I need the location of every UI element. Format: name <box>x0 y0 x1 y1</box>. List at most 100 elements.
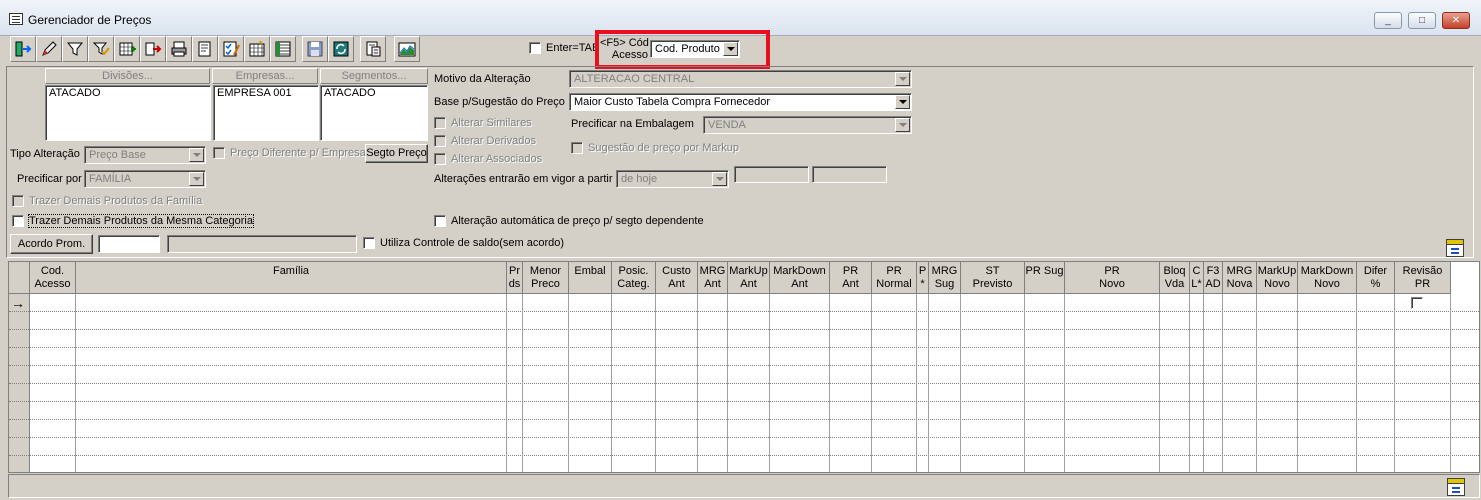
grid-column-line <box>769 294 770 472</box>
list-item[interactable]: EMPRESA 001 <box>217 87 315 99</box>
list-item[interactable]: ATACADO <box>324 87 424 99</box>
list-item[interactable]: ATACADO <box>49 87 207 99</box>
alterar-derivados-checkbox[interactable] <box>434 135 446 147</box>
table-row[interactable] <box>9 420 1479 438</box>
alterar-associados-label: Alterar Associados <box>451 153 543 165</box>
print-icon[interactable] <box>166 36 192 62</box>
close-button[interactable]: ✕ <box>1442 12 1470 29</box>
divisoes-header[interactable]: Divisões... <box>45 68 210 84</box>
column-header[interactable]: MRG Ant <box>698 262 728 294</box>
column-header[interactable]: MRG Sug <box>929 262 961 294</box>
edit-icon[interactable] <box>36 36 62 62</box>
table-row[interactable] <box>9 438 1479 456</box>
table-icon[interactable] <box>270 36 296 62</box>
base-sugestao-select[interactable]: Maior Custo Tabela Compra Fornecedor <box>569 93 912 111</box>
alterar-similares-checkbox[interactable] <box>434 117 446 129</box>
precificar-por-label: Precificar por <box>17 173 82 185</box>
column-header[interactable]: PR Novo <box>1065 262 1160 294</box>
column-header[interactable]: Embal <box>569 262 612 294</box>
export-icon[interactable] <box>1446 239 1464 257</box>
table-row[interactable] <box>9 312 1479 330</box>
chevron-down-icon[interactable] <box>189 172 204 186</box>
alteracoes-vigor-value: de hoje <box>621 173 658 185</box>
column-header[interactable]: ST Previsto <box>961 262 1025 294</box>
precificar-por-select[interactable]: FAMÍLIA <box>84 170 206 188</box>
alteracoes-vigor-select[interactable]: de hoje <box>616 170 729 188</box>
tipo-alteracao-select[interactable]: Preço Base <box>84 146 206 164</box>
table-row[interactable] <box>9 456 1479 472</box>
column-header[interactable]: Cod. Acesso <box>30 262 76 294</box>
sugestao-markup-checkbox[interactable] <box>571 142 583 154</box>
add-grid-icon[interactable] <box>114 36 140 62</box>
column-header[interactable]: Família <box>76 262 507 294</box>
calendar-grid-icon[interactable] <box>244 36 270 62</box>
column-header[interactable]: Pr ds <box>507 262 523 294</box>
column-header[interactable]: MarkUp Novo <box>1257 262 1298 294</box>
document-icon[interactable] <box>360 36 386 62</box>
column-header[interactable]: PR Ant <box>830 262 872 294</box>
minimize-button[interactable]: _ <box>1374 12 1402 29</box>
column-header[interactable]: Bloq Vda <box>1160 262 1190 294</box>
column-header[interactable]: MarkUp Ant <box>728 262 770 294</box>
table-row[interactable] <box>9 348 1479 366</box>
utiliza-saldo-checkbox[interactable] <box>363 237 375 249</box>
chart-icon[interactable] <box>394 36 420 62</box>
column-header[interactable]: Posic. Categ. <box>612 262 656 294</box>
divisoes-list[interactable]: ATACADO <box>45 85 211 141</box>
motivo-select[interactable]: ALTERACAO CENTRAL <box>569 70 912 88</box>
check-list-icon[interactable] <box>218 36 244 62</box>
column-header[interactable]: Menor Preco <box>523 262 569 294</box>
column-header[interactable]: C L* <box>1190 262 1204 294</box>
revisao-pr-checkbox[interactable] <box>1411 297 1423 309</box>
chevron-down-icon[interactable] <box>712 172 727 186</box>
column-header-line2: L* <box>1191 278 1202 290</box>
alterar-associados-checkbox[interactable] <box>434 153 446 165</box>
preco-diferente-checkbox[interactable] <box>213 147 225 159</box>
column-header[interactable]: MarkDown Ant <box>770 262 830 294</box>
column-header[interactable]: Custo Ant <box>656 262 698 294</box>
chevron-down-icon[interactable] <box>895 118 910 132</box>
refresh-icon[interactable] <box>328 36 354 62</box>
table-row[interactable] <box>9 330 1479 348</box>
empresas-header[interactable]: Empresas... <box>212 68 318 84</box>
filter-check-icon[interactable] <box>88 36 114 62</box>
segmentos-header[interactable]: Segmentos... <box>320 68 428 84</box>
table-row[interactable] <box>9 294 1479 312</box>
table-row[interactable] <box>9 402 1479 420</box>
column-header[interactable]: PR Sug <box>1025 262 1065 294</box>
precificar-embalagem-select[interactable]: VENDA <box>703 116 912 134</box>
export-icon[interactable] <box>1447 478 1465 496</box>
print-preview-icon[interactable] <box>192 36 218 62</box>
column-header[interactable]: Revisão PR <box>1395 262 1451 294</box>
alteracao-automatica-checkbox[interactable] <box>434 215 446 227</box>
empresas-list[interactable]: EMPRESA 001 <box>213 85 319 141</box>
column-header[interactable]: MRG Nova <box>1223 262 1257 294</box>
enter-tab-checkbox[interactable] <box>529 42 541 54</box>
table-row[interactable] <box>9 384 1479 402</box>
column-header[interactable]: MarkDown Novo <box>1298 262 1357 294</box>
price-grid[interactable]: Cod. Acesso Família Pr ds Menor Preco Embal Posi… <box>8 261 1480 473</box>
chevron-down-icon[interactable] <box>189 148 204 162</box>
table-row[interactable] <box>9 366 1479 384</box>
column-header[interactable]: F3 AD <box>1204 262 1223 294</box>
segto-preco-button[interactable]: Segto Preço <box>365 144 428 163</box>
exit-icon[interactable] <box>10 36 36 62</box>
acordo-code-input[interactable] <box>98 235 160 253</box>
column-header[interactable]: P * <box>917 262 929 294</box>
acordo-prom-button[interactable]: Acordo Prom. <box>10 234 93 254</box>
trazer-familia-checkbox[interactable] <box>12 195 24 207</box>
segmentos-list[interactable]: ATACADO <box>320 85 428 141</box>
arrow-right-icon[interactable] <box>140 36 166 62</box>
vigor-time-input[interactable] <box>812 166 887 183</box>
grid-column-line <box>506 294 507 472</box>
column-header[interactable]: PR Normal <box>872 262 917 294</box>
chevron-down-icon[interactable] <box>895 95 910 109</box>
maximize-button[interactable]: □ <box>1408 12 1436 29</box>
save-icon[interactable] <box>302 36 328 62</box>
trazer-categoria-checkbox[interactable] <box>12 215 24 227</box>
filter-icon[interactable] <box>62 36 88 62</box>
column-header[interactable]: Difer% <box>1357 262 1395 294</box>
chevron-down-icon[interactable] <box>895 72 910 86</box>
grid-column-line <box>697 294 698 472</box>
vigor-date-input[interactable] <box>734 166 809 183</box>
